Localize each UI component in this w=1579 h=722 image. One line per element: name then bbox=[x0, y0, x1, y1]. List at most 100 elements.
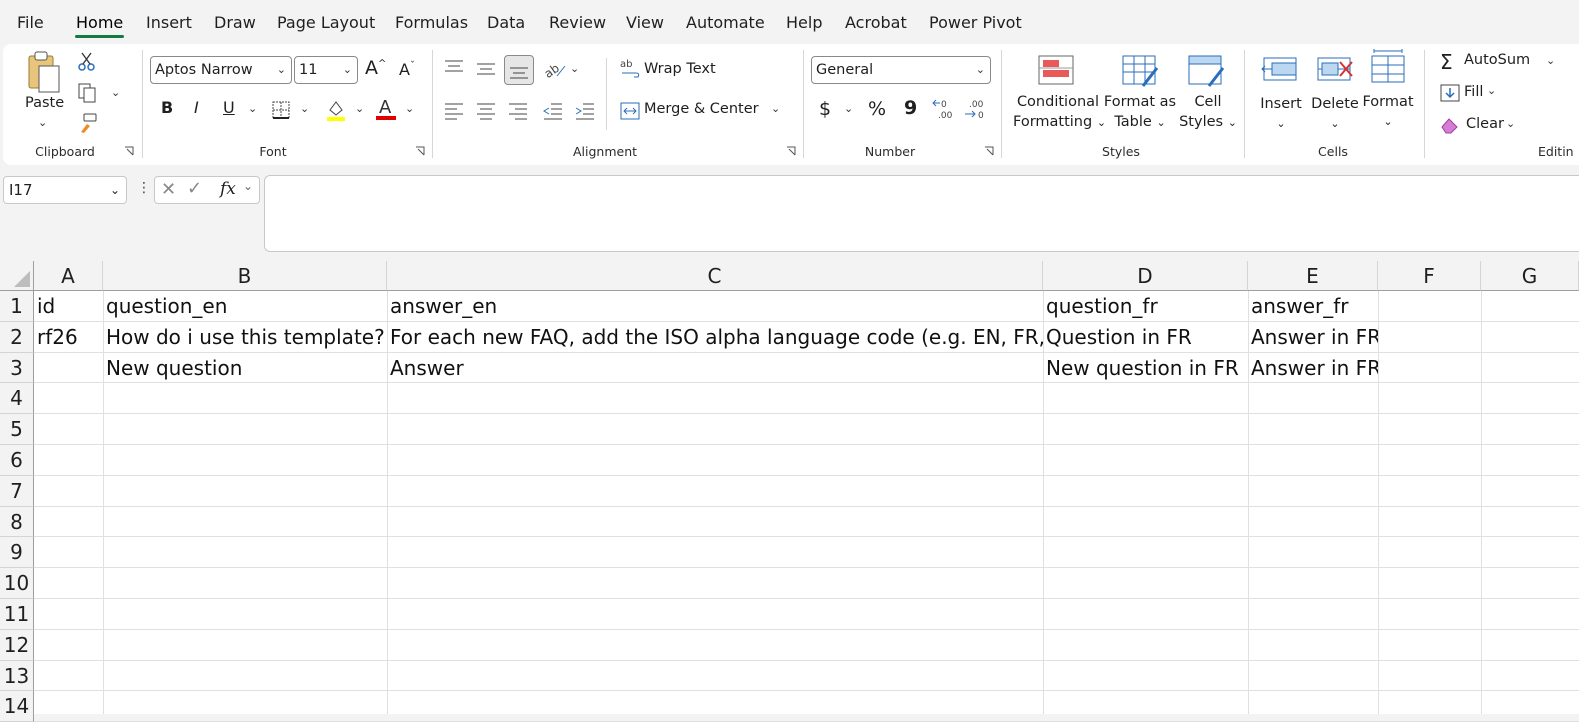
fill-color-chevron-icon[interactable]: ⌄ bbox=[355, 102, 364, 115]
clipboard-launcher-icon[interactable] bbox=[124, 146, 134, 156]
bold-button[interactable]: B bbox=[161, 98, 173, 117]
cell-g3[interactable] bbox=[1481, 353, 1579, 384]
currency-chevron-icon[interactable]: ⌄ bbox=[844, 102, 853, 115]
menu-help[interactable]: Help bbox=[786, 13, 822, 32]
conditional-formatting-icon[interactable] bbox=[1037, 54, 1075, 86]
row-header-6[interactable]: 6 bbox=[0, 445, 34, 476]
row-header-12[interactable]: 12 bbox=[0, 629, 34, 661]
row-header-13[interactable]: 13 bbox=[0, 660, 34, 692]
fill-down-icon[interactable] bbox=[1440, 84, 1460, 102]
menu-acrobat[interactable]: Acrobat bbox=[845, 13, 907, 32]
middle-align-icon[interactable] bbox=[475, 58, 497, 80]
row-header-8[interactable]: 8 bbox=[0, 506, 34, 538]
decrease-font-size-button[interactable]: Aˇ bbox=[399, 60, 415, 79]
orientation-icon[interactable]: ab bbox=[542, 58, 567, 81]
delete-cells-button[interactable]: Delete ⌄ bbox=[1305, 94, 1365, 134]
cell-b1[interactable]: question_en bbox=[103, 291, 387, 322]
column-header-g[interactable]: G bbox=[1481, 261, 1579, 291]
clear-eraser-icon[interactable] bbox=[1440, 116, 1460, 134]
cell-c1[interactable]: answer_en bbox=[387, 291, 1043, 322]
currency-button[interactable]: $ bbox=[819, 98, 831, 120]
row-header-7[interactable]: 7 bbox=[0, 475, 34, 507]
cell-a3[interactable] bbox=[34, 353, 103, 384]
align-left-icon[interactable] bbox=[443, 100, 465, 122]
column-header-c[interactable]: C bbox=[387, 261, 1043, 291]
autosum-chevron-icon[interactable]: ⌄ bbox=[1546, 54, 1555, 67]
merge-chevron-icon[interactable]: ⌄ bbox=[771, 102, 780, 115]
paste-label[interactable]: Paste bbox=[25, 95, 64, 111]
menu-page-layout[interactable]: Page Layout bbox=[277, 13, 375, 32]
comma-style-button[interactable]: 9 bbox=[904, 97, 917, 119]
alignment-launcher-icon[interactable] bbox=[786, 146, 796, 156]
decrease-indent-icon[interactable] bbox=[542, 100, 564, 122]
cell-styles-icon[interactable] bbox=[1187, 54, 1227, 88]
menu-file[interactable]: File bbox=[17, 13, 44, 32]
clear-button[interactable]: Clear bbox=[1466, 116, 1504, 132]
align-right-icon[interactable] bbox=[507, 100, 529, 122]
cell-b3[interactable]: New question bbox=[103, 353, 387, 384]
cell-d3[interactable]: New question in FR bbox=[1043, 353, 1248, 384]
format-painter-icon[interactable] bbox=[77, 112, 99, 134]
column-header-e[interactable]: E bbox=[1248, 261, 1378, 291]
insert-cells-button[interactable]: Insert ⌄ bbox=[1253, 94, 1309, 134]
column-header-f[interactable]: F bbox=[1378, 261, 1481, 291]
increase-indent-icon[interactable] bbox=[574, 100, 596, 122]
font-color-chevron-icon[interactable]: ⌄ bbox=[405, 102, 414, 115]
delete-cells-icon[interactable] bbox=[1314, 54, 1354, 86]
row-header-5[interactable]: 5 bbox=[0, 414, 34, 445]
format-cells-button[interactable]: Format ⌄ bbox=[1358, 92, 1418, 132]
borders-icon[interactable] bbox=[271, 100, 293, 122]
menu-view[interactable]: View bbox=[626, 13, 664, 32]
row-header-10[interactable]: 10 bbox=[0, 568, 34, 599]
column-header-a[interactable]: A bbox=[34, 261, 103, 291]
row-header-9[interactable]: 9 bbox=[0, 537, 34, 569]
wrap-text-icon[interactable]: ab bbox=[620, 58, 642, 80]
cell-f2[interactable] bbox=[1378, 322, 1481, 353]
copy-chevron-icon[interactable]: ⌄ bbox=[111, 86, 120, 99]
cell-styles-button[interactable]: Cell Styles ⌄ bbox=[1173, 92, 1243, 133]
cut-icon[interactable] bbox=[77, 52, 97, 72]
font-color-icon[interactable]: A bbox=[375, 96, 397, 122]
menu-review[interactable]: Review bbox=[549, 13, 606, 32]
row-header-4[interactable]: 4 bbox=[0, 383, 34, 415]
cell-g1[interactable] bbox=[1481, 291, 1579, 322]
number-launcher-icon[interactable] bbox=[984, 146, 994, 156]
name-box[interactable]: I17 ⌄ bbox=[3, 176, 127, 204]
paste-icon[interactable] bbox=[25, 50, 65, 94]
insert-cells-icon[interactable] bbox=[1260, 54, 1300, 86]
fill-chevron-icon[interactable]: ⌄ bbox=[1487, 84, 1496, 97]
menu-home[interactable]: Home bbox=[76, 13, 123, 32]
italic-button[interactable]: I bbox=[194, 98, 199, 117]
column-header-b[interactable]: B bbox=[103, 261, 387, 291]
merge-center-button[interactable]: Merge & Center bbox=[644, 101, 759, 117]
cell-g2[interactable] bbox=[1481, 322, 1579, 353]
underline-chevron-icon[interactable]: ⌄ bbox=[248, 102, 257, 115]
menu-data[interactable]: Data bbox=[487, 13, 525, 32]
autosum-icon[interactable]: Σ bbox=[1440, 50, 1453, 74]
cell-d2[interactable]: Question in FR bbox=[1043, 322, 1248, 353]
row-header-11[interactable]: 11 bbox=[0, 599, 34, 630]
row-header-1[interactable]: 1 bbox=[0, 291, 34, 322]
percent-button[interactable]: % bbox=[868, 98, 886, 120]
increase-decimal-icon[interactable]: 0.00 bbox=[931, 98, 957, 122]
fill-button[interactable]: Fill bbox=[1464, 84, 1483, 100]
cell-b2[interactable]: How do i use this template? bbox=[103, 322, 387, 353]
format-cells-icon[interactable] bbox=[1368, 48, 1408, 86]
enter-check-icon[interactable]: ✓ bbox=[187, 178, 202, 199]
insert-function-icon[interactable]: fx bbox=[220, 179, 236, 199]
format-as-table-icon[interactable] bbox=[1121, 54, 1161, 88]
row-header-2[interactable]: 2 bbox=[0, 321, 34, 353]
menu-automate[interactable]: Automate bbox=[686, 13, 765, 32]
number-format-select[interactable]: General ⌄ bbox=[811, 56, 991, 84]
cancel-icon[interactable]: ✕ bbox=[161, 179, 176, 200]
conditional-formatting-button[interactable]: Conditional Formatting ⌄ bbox=[1013, 92, 1106, 133]
font-name-select[interactable]: Aptos Narrow ⌄ bbox=[150, 56, 292, 84]
align-center-icon[interactable] bbox=[475, 100, 497, 122]
cell-d1[interactable]: question_fr bbox=[1043, 291, 1248, 322]
orientation-chevron-icon[interactable]: ⌄ bbox=[570, 62, 579, 75]
copy-icon[interactable] bbox=[77, 82, 99, 104]
font-size-select[interactable]: 11 ⌄ bbox=[294, 56, 358, 84]
increase-font-size-button[interactable]: A^ bbox=[365, 57, 386, 79]
cell-e3[interactable]: Answer in FR bbox=[1248, 353, 1378, 384]
borders-chevron-icon[interactable]: ⌄ bbox=[300, 102, 309, 115]
